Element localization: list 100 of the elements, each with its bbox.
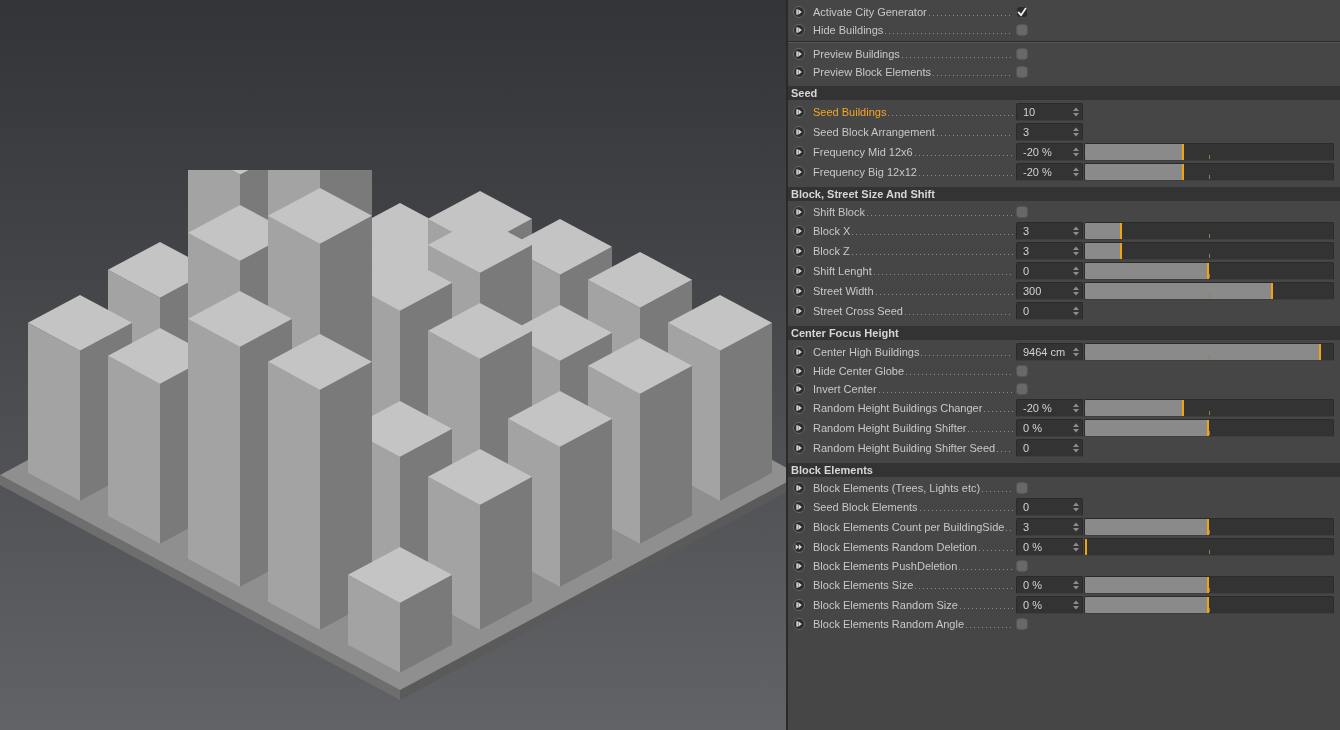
checkbox[interactable]	[1016, 6, 1028, 18]
play-circle-icon[interactable]	[793, 383, 805, 395]
slider-fill[interactable]	[1085, 223, 1123, 239]
play-circle-icon[interactable]	[793, 245, 805, 257]
checkbox[interactable]	[1016, 618, 1028, 630]
number-field[interactable]: 0	[1016, 498, 1083, 516]
parameter-label: Seed Block Elements	[813, 500, 918, 514]
spin-arrows-icon[interactable]	[1073, 502, 1079, 512]
number-field[interactable]: 3	[1016, 242, 1083, 260]
checkbox[interactable]	[1016, 560, 1028, 572]
spin-arrows-icon[interactable]	[1073, 306, 1079, 316]
slider-fill[interactable]	[1085, 243, 1123, 259]
play-circle-icon[interactable]	[793, 365, 805, 377]
play-circle-icon[interactable]	[793, 442, 805, 454]
checkbox[interactable]	[1016, 482, 1028, 494]
number-field[interactable]: -20 %	[1016, 143, 1083, 161]
number-field[interactable]: 0 %	[1016, 596, 1083, 614]
spin-arrows-icon[interactable]	[1073, 107, 1079, 117]
play-circle-icon[interactable]	[793, 106, 805, 118]
play-circle-icon[interactable]	[793, 126, 805, 138]
play-circle-icon[interactable]	[793, 166, 805, 178]
play-circle-icon[interactable]	[793, 402, 805, 414]
slider-fill[interactable]	[1085, 263, 1209, 279]
number-field[interactable]: 0	[1016, 302, 1083, 320]
parameter-label: Preview Block Elements	[813, 65, 931, 79]
number-field[interactable]: 9464 cm	[1016, 343, 1083, 361]
number-field[interactable]: 0	[1016, 439, 1083, 457]
play-circle-icon[interactable]	[793, 6, 805, 18]
spin-arrows-icon[interactable]	[1073, 522, 1079, 532]
spin-arrows-icon[interactable]	[1073, 266, 1079, 276]
number-field[interactable]: 0 %	[1016, 419, 1083, 437]
checkbox[interactable]	[1016, 24, 1028, 36]
spin-arrows-icon[interactable]	[1073, 580, 1079, 590]
play-circle-icon[interactable]	[793, 66, 805, 78]
spin-arrows-icon[interactable]	[1073, 167, 1079, 177]
play-circle-icon[interactable]	[793, 265, 805, 277]
checkbox[interactable]	[1016, 383, 1028, 395]
play-circle-icon[interactable]	[793, 146, 805, 158]
parameter-label: Block Elements Count per BuildingSide	[813, 520, 1005, 534]
number-field[interactable]: -20 %	[1016, 399, 1083, 417]
slider-fill[interactable]	[1085, 344, 1321, 360]
play-circle-icon[interactable]	[793, 599, 805, 611]
parameter-label: Hide Center Globe	[813, 364, 905, 378]
spin-arrows-icon[interactable]	[1073, 347, 1079, 357]
parameter-label: Block Elements Random Deletion	[813, 540, 977, 554]
parameter-label: Shift Lenght	[813, 264, 872, 278]
number-field[interactable]: 0 %	[1016, 576, 1083, 594]
parameter-label: Random Height Building Shifter Seed	[813, 441, 996, 455]
play-circle-icon[interactable]	[793, 422, 805, 434]
slider-fill[interactable]	[1085, 400, 1185, 416]
spin-arrows-icon[interactable]	[1073, 403, 1079, 413]
parameter-label: Frequency Mid 12x6	[813, 145, 913, 159]
number-field[interactable]: 300	[1016, 282, 1083, 300]
slider-fill[interactable]	[1085, 164, 1185, 180]
spin-arrows-icon[interactable]	[1073, 147, 1079, 157]
number-field[interactable]: 3	[1016, 123, 1083, 141]
play-circle-icon[interactable]	[793, 305, 805, 317]
spin-arrows-icon[interactable]	[1073, 423, 1079, 433]
parameter-label: Block Elements (Trees, Lights etc)	[813, 481, 981, 495]
checkbox[interactable]	[1016, 365, 1028, 377]
spin-arrows-icon[interactable]	[1073, 542, 1079, 552]
slider-fill[interactable]	[1085, 597, 1209, 613]
parameter-label: Street Width	[813, 284, 874, 298]
parameter-label: Hide Buildings	[813, 23, 884, 37]
play-circle-icon[interactable]	[793, 618, 805, 630]
play-circle-icon[interactable]	[793, 24, 805, 36]
slider-fill[interactable]	[1085, 519, 1209, 535]
number-field[interactable]: 0	[1016, 262, 1083, 280]
play-circle-icon[interactable]	[793, 346, 805, 358]
play-circle-icon[interactable]	[793, 482, 805, 494]
slider-fill[interactable]	[1085, 144, 1185, 160]
play-circle-icon[interactable]	[793, 285, 805, 297]
slider-fill[interactable]	[1085, 420, 1209, 436]
spin-arrows-icon[interactable]	[1073, 246, 1079, 256]
slider-fill[interactable]	[1085, 577, 1209, 593]
play-circle-icon[interactable]	[793, 225, 805, 237]
play-circle-icon[interactable]	[793, 48, 805, 60]
number-field[interactable]: 3	[1016, 222, 1083, 240]
checkbox[interactable]	[1016, 66, 1028, 78]
play-circle-icon[interactable]	[793, 501, 805, 513]
number-field[interactable]: 10	[1016, 103, 1083, 121]
spin-arrows-icon[interactable]	[1073, 443, 1079, 453]
checkbox[interactable]	[1016, 48, 1028, 60]
play-circle-icon[interactable]	[793, 560, 805, 572]
play-circle-icon[interactable]	[793, 521, 805, 533]
spin-arrows-icon[interactable]	[1073, 286, 1079, 296]
section-header: Seed	[788, 86, 1340, 100]
play-circle-icon[interactable]	[793, 206, 805, 218]
spin-arrows-icon[interactable]	[1073, 127, 1079, 137]
spin-arrows-icon[interactable]	[1073, 226, 1079, 236]
play-circle-icon[interactable]	[793, 579, 805, 591]
checkbox[interactable]	[1016, 206, 1028, 218]
parameter-label: Shift Block	[813, 205, 865, 219]
spin-arrows-icon[interactable]	[1073, 600, 1079, 610]
slider-fill[interactable]	[1085, 283, 1274, 299]
parameter-label: Street Cross Seed	[813, 304, 903, 318]
number-field[interactable]: -20 %	[1016, 163, 1083, 181]
number-field[interactable]: 3	[1016, 518, 1083, 536]
fast-forward-circle-icon[interactable]	[793, 541, 805, 553]
number-field[interactable]: 0 %	[1016, 538, 1083, 556]
